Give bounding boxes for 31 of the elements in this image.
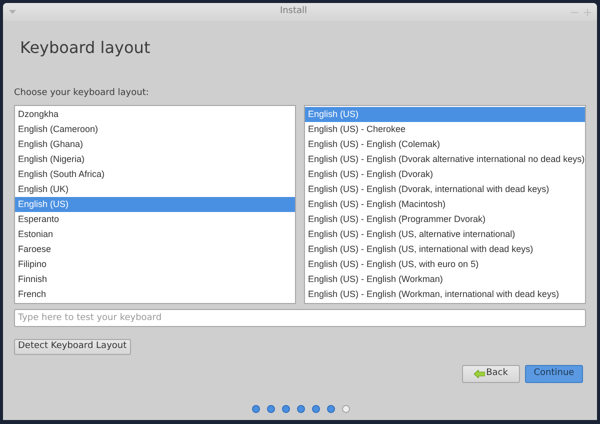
continue-button[interactable]: Continue <box>525 365 583 383</box>
prompt-label: Choose your keyboard layout: <box>14 88 149 98</box>
window-title: Install <box>280 5 308 18</box>
list-item[interactable]: English (US) - English (US, international with dead keys) <box>305 242 585 257</box>
list-item[interactable]: Faroese <box>15 242 295 257</box>
list-item[interactable]: English (US) - English (Dvorak) <box>305 167 585 182</box>
list-item[interactable]: English (US) - English (Workman, international with dead keys) <box>305 287 585 302</box>
list-item[interactable]: Esperanto <box>15 212 295 227</box>
list-item[interactable]: English (US) - English (US, alternative international) <box>305 227 585 242</box>
list-item[interactable]: Filipino <box>15 257 295 272</box>
detect-layout-button[interactable]: Detect Keyboard Layout <box>14 338 131 355</box>
list-item[interactable]: Finnish <box>15 272 295 287</box>
list-item[interactable]: Dzongkha <box>15 107 295 122</box>
list-item[interactable]: Estonian <box>15 227 295 242</box>
list-item[interactable]: English (South Africa) <box>15 167 295 182</box>
list-item[interactable]: English (Cameroon) <box>15 122 295 137</box>
list-item[interactable]: English (Ghana) <box>15 137 295 152</box>
list-item[interactable]: English (US) - English (Dvorak, international with dead keys) <box>305 182 585 197</box>
list-item[interactable]: English (US) - Cherokee <box>305 122 585 137</box>
list-item[interactable]: English (US) - English (US, with euro on 5) <box>305 257 585 272</box>
page-heading: Keyboard layout <box>20 38 150 57</box>
list-item[interactable]: English (US) - English (Programmer Dvorak) <box>305 212 585 227</box>
list-item[interactable]: English (Nigeria) <box>15 152 295 167</box>
test-input-field[interactable]: Type here to test your keyboard <box>14 309 586 327</box>
list-item[interactable]: English (US) - English (Dvorak alternative international no dead keys) <box>305 152 585 167</box>
list-item[interactable]: English (US) - English (Macintosh) <box>305 197 585 212</box>
list-item[interactable]: English (US) - English (Colemak) <box>305 137 585 152</box>
list-item[interactable]: French <box>15 287 295 302</box>
list-item[interactable]: English (UK) <box>15 182 295 197</box>
back-button[interactable]: Back <box>462 365 520 383</box>
list-item[interactable]: English (US) - English (Workman) <box>305 272 585 287</box>
